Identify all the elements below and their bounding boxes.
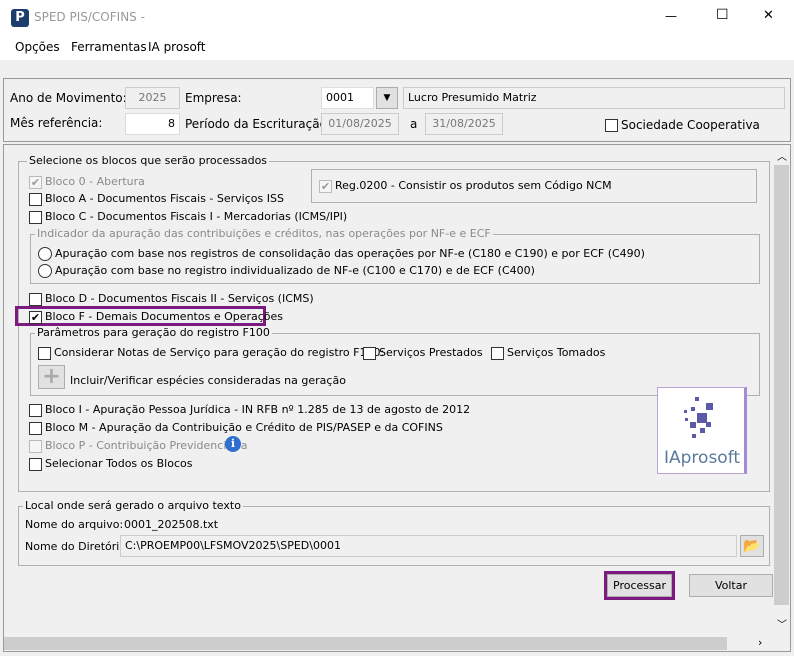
arquivo-value: 0001_202508.txt <box>124 518 219 531</box>
empresa-label: Empresa: <box>185 91 242 105</box>
iaprosoft-logo: IAprosoft <box>657 387 747 474</box>
scroll-thumb[interactable] <box>774 165 789 605</box>
periodo-sep: a <box>410 117 418 131</box>
add-especies-button[interactable]: + <box>38 365 65 389</box>
cooperativa-checkbox[interactable]: Sociedade Cooperativa <box>605 117 760 133</box>
incluir-label: Incluir/Verificar espécies consideradas … <box>70 374 346 387</box>
scroll-right-icon[interactable]: › <box>758 636 762 649</box>
periodo-inicio-field: 01/08/2025 <box>321 113 399 135</box>
info-icon[interactable]: i <box>225 436 241 452</box>
bloco-i-checkbox[interactable]: Bloco I - Apuração Pessoa Jurídica - IN … <box>29 402 470 418</box>
reg0200-checkbox[interactable]: ✔ Reg.0200 - Consistir os produtos sem Có… <box>319 178 612 194</box>
f100-checkbox[interactable]: Considerar Notas de Serviço para geração… <box>38 345 384 361</box>
radio-individualizado[interactable]: Apuração com base no registro individual… <box>38 263 535 279</box>
maximize-button[interactable]: ☐ <box>716 7 729 23</box>
blocos-legend: Selecione os blocos que serão processado… <box>27 154 270 167</box>
mes-label: Mês referência: <box>10 116 103 130</box>
checkbox-icon <box>605 119 618 132</box>
bloco-m-checkbox[interactable]: Bloco M - Apuração da Contribuição e Cré… <box>29 420 443 436</box>
servicos-tomados-checkbox[interactable]: Serviços Tomados <box>491 345 605 361</box>
menu-opcoes[interactable]: Opções <box>15 40 60 54</box>
periodo-fim-field: 31/08/2025 <box>425 113 503 135</box>
app-icon: P <box>11 9 29 27</box>
minimize-button[interactable]: — <box>665 9 677 23</box>
hscroll-thumb[interactable] <box>4 637 727 650</box>
mes-field[interactable]: 8 <box>125 113 180 135</box>
ano-field: 2025 <box>125 87 180 109</box>
voltar-button[interactable]: Voltar <box>689 574 773 597</box>
diretorio-field[interactable]: C:\PROEMP00\LFSMOV2025\SPED\0001 <box>120 535 737 557</box>
bloco-f-checkbox[interactable]: ✔ Bloco F - Demais Documentos e Operações <box>29 309 283 325</box>
close-button[interactable]: ✕ <box>763 8 774 23</box>
local-legend: Local onde será gerado o arquivo texto <box>23 499 243 512</box>
selecionar-todos-checkbox[interactable]: Selecionar Todos os Blocos <box>29 456 192 472</box>
cooperativa-label: Sociedade Cooperativa <box>621 118 760 132</box>
scroll-up-icon[interactable]: ︿ <box>777 148 787 163</box>
logo-graphic <box>684 397 713 438</box>
ano-label: Ano de Movimento: <box>10 91 127 105</box>
scroll-down-icon[interactable]: ﹀ <box>777 616 787 631</box>
bloco-d-checkbox[interactable]: Bloco D - Documentos Fiscais II - Serviç… <box>29 291 314 307</box>
window-title: SPED PIS/COFINS - <box>34 10 145 24</box>
arquivo-label: Nome do arquivo: <box>25 518 124 531</box>
bloco-c-checkbox[interactable]: Bloco C - Documentos Fiscais I - Mercado… <box>29 209 347 225</box>
plus-icon: + <box>42 364 61 389</box>
menu-bar: Opções Ferramentas IA prosoft <box>0 34 794 60</box>
diretorio-label: Nome do Diretório: <box>25 540 130 553</box>
f100-legend: Parâmetros para geração do registro F100 <box>35 326 272 339</box>
bloco-a-checkbox[interactable]: Bloco A - Documentos Fiscais - Serviços … <box>29 191 284 207</box>
folder-icon: 📂 <box>743 538 761 554</box>
browse-folder-button[interactable]: 📂 <box>740 535 764 557</box>
horizontal-scrollbar[interactable]: › <box>4 636 773 651</box>
servicos-prestados-checkbox[interactable]: Serviços Prestados <box>363 345 483 361</box>
empresa-dropdown-button[interactable]: ▼ <box>376 87 398 109</box>
empresa-code-field[interactable]: 0001 <box>321 87 374 109</box>
menu-ia-prosoft[interactable]: IA prosoft <box>148 40 206 54</box>
menu-ferramentas[interactable]: Ferramentas <box>71 40 147 54</box>
radio-consolidacao[interactable]: Apuração com base nos registros de conso… <box>38 246 645 262</box>
logo-text: IAprosoft <box>664 448 741 468</box>
vertical-scrollbar[interactable]: ︿ ﹀ <box>773 146 790 636</box>
bloco-0-checkbox: ✔ Bloco 0 - Abertura <box>29 175 145 189</box>
empresa-name-field: Lucro Presumido Matriz <box>403 87 785 109</box>
processar-button[interactable]: Processar <box>607 574 672 597</box>
periodo-label: Período da Escrituração: <box>185 117 331 131</box>
indicador-legend: Indicador da apuração das contribuições … <box>35 227 493 240</box>
title-bar: P SPED PIS/COFINS - — ☐ ✕ <box>0 0 794 34</box>
bloco-p-checkbox: Bloco P - Contribuição Previdenciária <box>29 438 247 454</box>
